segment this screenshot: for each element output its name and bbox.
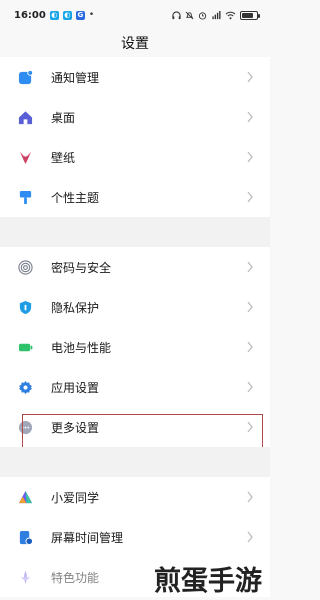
settings-item-label: 电池与性能 bbox=[51, 340, 112, 355]
bell-off-icon bbox=[185, 11, 194, 19]
wallpaper-icon bbox=[17, 149, 33, 165]
status-right bbox=[172, 10, 260, 20]
settings-item-desktop[interactable]: 桌面 bbox=[0, 97, 270, 137]
battery-indicator bbox=[240, 10, 260, 20]
chevron-right-icon bbox=[247, 111, 253, 123]
page-title: 设置 bbox=[121, 36, 149, 52]
battery-icon bbox=[17, 339, 33, 355]
home-icon bbox=[17, 109, 33, 125]
settings-item-label: 隐私保护 bbox=[51, 300, 100, 315]
fingerprint-icon bbox=[17, 259, 33, 275]
settings-item-label: 小爱同学 bbox=[51, 490, 100, 505]
chevron-right-icon bbox=[247, 381, 253, 393]
settings-item-label: 应用设置 bbox=[51, 380, 100, 395]
settings-item-label: 屏幕时间管理 bbox=[51, 530, 124, 545]
chevron-right-icon bbox=[247, 341, 253, 353]
chevron-right-icon bbox=[247, 151, 253, 163]
settings-group-1: 通知管理 桌面 壁纸 个性主题 bbox=[0, 57, 270, 217]
settings-item-screen-time[interactable]: 屏幕时间管理 bbox=[0, 517, 270, 557]
app-settings-gear-icon bbox=[17, 379, 33, 395]
settings-item-privacy-protection[interactable]: 隐私保护 bbox=[0, 287, 270, 327]
settings-item-battery-performance[interactable]: 电池与性能 bbox=[0, 327, 270, 367]
privacy-shield-icon bbox=[17, 299, 33, 315]
settings-item-label: 桌面 bbox=[51, 110, 76, 125]
alarm-icon bbox=[198, 11, 207, 20]
more-notifications-dot-icon: • bbox=[88, 10, 95, 20]
highlight-box-more-settings bbox=[22, 414, 263, 451]
settings-item-personal-theme[interactable]: 个性主题 bbox=[0, 177, 270, 217]
special-features-icon bbox=[17, 569, 33, 585]
group-divider bbox=[0, 217, 270, 247]
chevron-right-icon bbox=[247, 491, 253, 503]
app-notification-icon-2: ◐ bbox=[62, 10, 72, 20]
chevron-right-icon bbox=[247, 191, 253, 203]
xiaoai-assistant-icon bbox=[17, 489, 33, 505]
chevron-right-icon bbox=[247, 301, 253, 313]
battery-fill bbox=[242, 12, 253, 18]
status-bar: 16:00 ◐ ◐ G • bbox=[0, 0, 270, 30]
status-left: 16:00 ◐ ◐ G • bbox=[14, 10, 94, 21]
headset-icon bbox=[172, 10, 181, 19]
screen-time-icon bbox=[17, 529, 33, 545]
status-time: 16:00 bbox=[14, 9, 46, 21]
sim-signal-icon bbox=[212, 10, 221, 19]
theme-brush-icon bbox=[17, 189, 33, 205]
settings-item-xiaoai[interactable]: 小爱同学 bbox=[0, 477, 270, 517]
chevron-right-icon bbox=[247, 71, 253, 83]
chevron-right-icon bbox=[247, 261, 253, 273]
settings-item-password-security[interactable]: 密码与安全 bbox=[0, 247, 270, 287]
watermark-text: 煎蛋手游 bbox=[154, 566, 262, 597]
settings-item-notification-management[interactable]: 通知管理 bbox=[0, 57, 270, 97]
settings-item-wallpaper[interactable]: 壁纸 bbox=[0, 137, 270, 177]
settings-item-label: 个性主题 bbox=[51, 190, 100, 205]
app-notification-icon-1: ◐ bbox=[49, 10, 59, 20]
notification-icon bbox=[17, 69, 33, 85]
chevron-right-icon bbox=[247, 531, 253, 543]
settings-item-label: 通知管理 bbox=[51, 70, 100, 85]
settings-item-label: 特色功能 bbox=[51, 570, 100, 585]
settings-item-app-settings[interactable]: 应用设置 bbox=[0, 367, 270, 407]
group-divider bbox=[0, 447, 270, 477]
settings-item-label: 密码与安全 bbox=[51, 260, 112, 275]
settings-item-label: 壁纸 bbox=[51, 150, 76, 165]
wifi-icon bbox=[225, 11, 236, 19]
app-notification-icon-3: G bbox=[75, 10, 85, 20]
